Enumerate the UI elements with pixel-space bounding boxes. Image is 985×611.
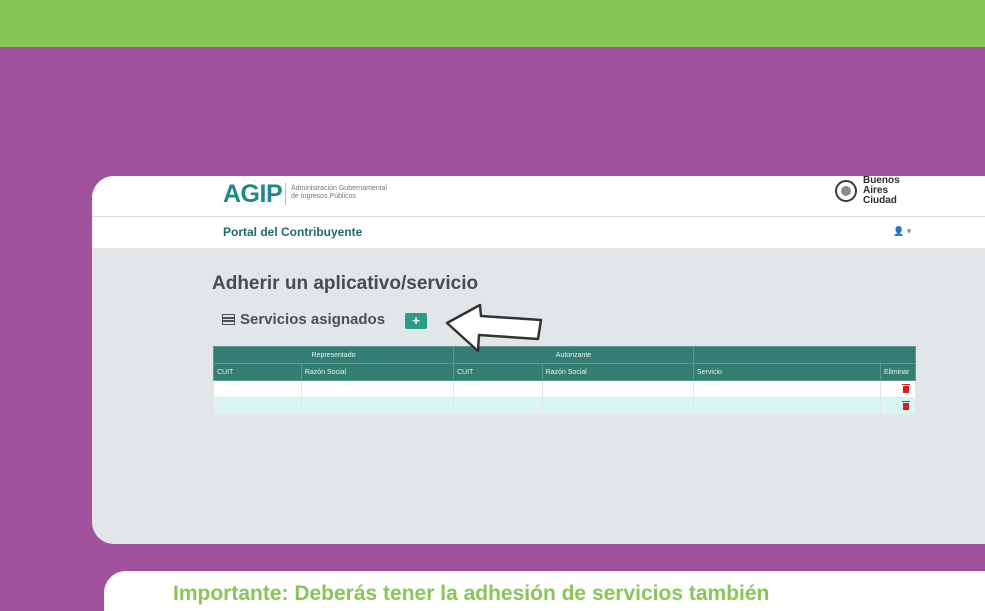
table-cell: [693, 380, 881, 398]
group-header-empty: [693, 346, 916, 364]
col-header-razon-social-autorizante[interactable]: Razón Social: [541, 363, 695, 381]
trash-icon[interactable]: [902, 383, 910, 393]
page-title: Adherir un aplicativo/servicio: [212, 273, 479, 294]
group-header-representado: Representado: [213, 346, 454, 364]
add-service-button[interactable]: +: [405, 313, 427, 329]
user-menu-dropdown[interactable]: 👤 ▾: [893, 226, 911, 237]
table-cell: [213, 380, 302, 398]
table-cell: ·: [541, 380, 695, 398]
table-cell: [453, 380, 543, 398]
table-row: [213, 397, 916, 415]
agip-header: AGIP Administración Gubernamental de Ing…: [92, 176, 985, 217]
table-row: ·: [213, 380, 916, 398]
pointer-arrow-icon: [445, 303, 543, 353]
logo-divider: [285, 183, 286, 205]
trash-icon[interactable]: [902, 400, 910, 410]
table-cell: [213, 397, 302, 415]
table-group-header-row: Representado Autorizante: [213, 346, 916, 364]
delete-cell: [880, 380, 916, 398]
info-card: Importante: Deberás tener la adhesión de…: [104, 571, 985, 611]
logo-sub-line2: de Ingresos Públicos: [291, 193, 356, 200]
section-title: Servicios asignados: [222, 311, 385, 328]
buenos-aires-emblem-icon: [835, 180, 857, 202]
top-green-band: [0, 0, 985, 47]
delete-cell: [880, 397, 916, 415]
table-cell: [693, 397, 881, 415]
info-card-text: Importante: Deberás tener la adhesión de…: [173, 582, 770, 605]
col-header-servicio[interactable]: Servicio: [693, 363, 881, 381]
col-header-cuit-representado[interactable]: CUIT: [213, 363, 302, 381]
agip-logo[interactable]: AGIP: [223, 180, 283, 208]
screenshot-card: AGIP Administración Gubernamental de Ing…: [92, 176, 985, 544]
ba-line3: Ciudad: [863, 195, 897, 206]
buenos-aires-logo-text: Buenos Aires Ciudad: [863, 176, 900, 206]
table-cell: [300, 380, 455, 398]
services-table: Representado Autorizante CUIT Razón Soci…: [213, 346, 916, 415]
table-cell: [453, 397, 543, 415]
section-title-text: Servicios asignados: [240, 311, 386, 328]
table-cell: [541, 397, 695, 415]
table-cell: [300, 397, 455, 415]
col-header-cuit-autorizante[interactable]: CUIT: [453, 363, 543, 381]
portal-title-link[interactable]: Portal del Contribuyente: [223, 225, 362, 239]
agip-logo-subtitle: Administración Gubernamental de Ingresos…: [291, 185, 387, 201]
table-column-header-row: CUIT Razón Social CUIT Razón Social Serv…: [213, 363, 916, 381]
logo-sub-line1: Administración Gubernamental: [291, 185, 388, 192]
col-header-eliminar[interactable]: Eliminar: [880, 363, 916, 381]
list-icon: [222, 314, 235, 325]
col-header-razon-social-representado[interactable]: Razón Social: [300, 363, 455, 381]
